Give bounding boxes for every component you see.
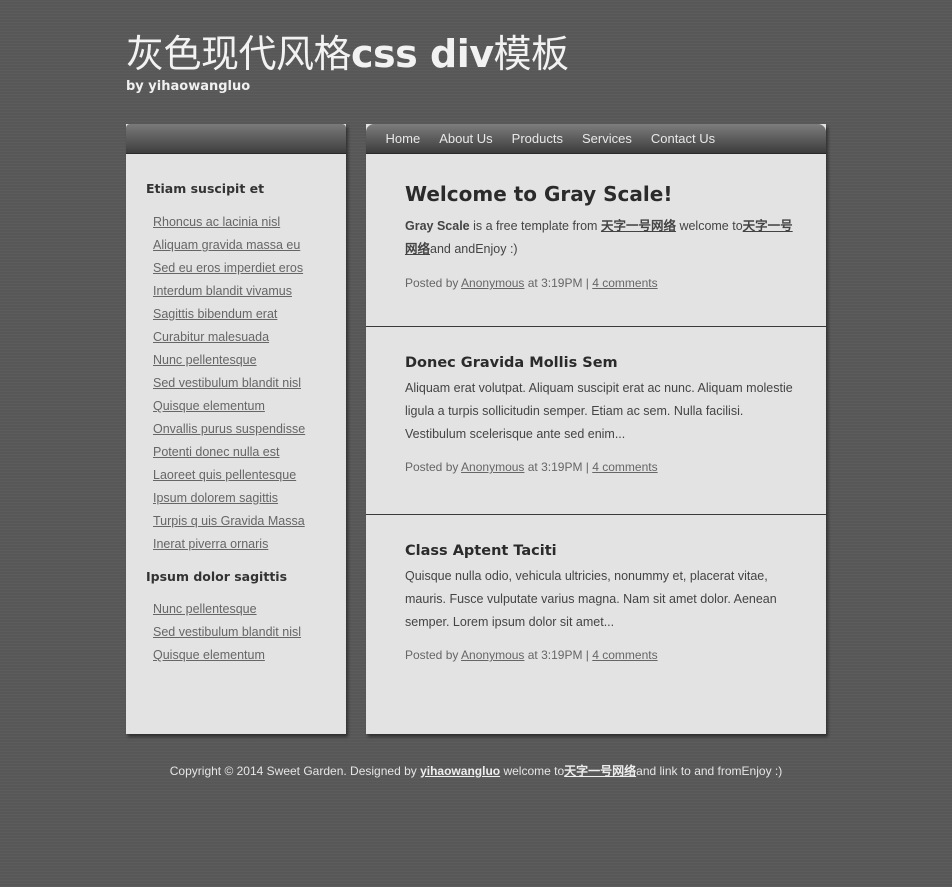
list-item: Turpis q uis Gravida Massa [153,509,346,532]
list-item: Ipsum dolorem sagittis [153,486,346,509]
sidebar-heading-1: Etiam suscipit et [146,181,265,196]
site-title-en: css div [351,32,494,76]
post-meta-time: at 3:19PM | [524,276,593,290]
post-body: Aliquam erat volutpat. Aliquam suscipit … [405,381,793,441]
list-item: Sed vestibulum blandit nisl [153,620,346,643]
site-title-cn2: 模板 [493,32,570,76]
post-meta-text: Posted by [405,276,462,290]
post-title: Welcome to Gray Scale! [405,182,673,206]
post-author-link[interactable]: Anonymous [461,276,524,290]
post-body-text: welcome to [675,219,743,233]
sidebar-header-bar [126,124,346,154]
post-author-link[interactable]: Anonymous [461,460,524,474]
nav-contact-us[interactable]: Contact Us [641,124,724,153]
list-item: Aliquam gravida massa eu [153,233,346,256]
sidebar-link[interactable]: Inerat piverra ornaris [153,537,268,551]
list-item: Quisque elementum [153,643,346,666]
list-item: Sed eu eros imperdiet eros [153,256,346,279]
list-item: Laoreet quis pellentesque [153,463,346,486]
post-body: Quisque nulla odio, vehicula ultricies, … [405,569,777,629]
post-meta: Posted by Anonymous at 3:19PM | 4 commen… [405,460,794,474]
post-meta-text: Posted by [405,648,462,662]
site-title-cn: 灰色现代风格 [126,32,352,76]
list-item: Curabitur malesuada [153,325,346,348]
sidebar-link[interactable]: Quisque elementum [153,648,265,662]
sidebar-link[interactable]: Rhoncus ac lacinia nisl [153,215,280,229]
sidebar-link[interactable]: Sed vestibulum blandit nisl [153,625,301,639]
post-body-text: is a free template from [469,219,601,233]
post-body: Gray Scale is a free template from 天字一号网… [405,215,794,261]
post-comments-link[interactable]: 4 comments [592,648,657,662]
sidebar-link[interactable]: Aliquam gravida massa eu [153,238,300,252]
post-meta-text: Posted by [405,460,462,474]
site-title: 灰色现代风格css div模板 [126,30,569,78]
post-author-link[interactable]: Anonymous [461,648,524,662]
sidebar-link[interactable]: Onvallis purus suspendisse [153,422,305,436]
sidebar-heading-2: Ipsum dolor sagittis [146,569,288,584]
footer-text: and link to and fromEnjoy :) [636,764,783,778]
post-body-strong: Gray Scale [405,219,470,233]
site-byline: by yihaowangluo [126,79,251,94]
post-title: Class Aptent Taciti [405,543,557,559]
sidebar-list-1: Rhoncus ac lacinia nisl Aliquam gravida … [126,210,346,555]
list-item: Nunc pellentesque [153,348,346,371]
post: Class Aptent Taciti Quisque nulla odio, … [366,515,826,715]
list-item: Rhoncus ac lacinia nisl [153,210,346,233]
footer-site-link[interactable]: 天字一号网络 [564,764,636,778]
sidebar-link[interactable]: Ipsum dolorem sagittis [153,491,278,505]
list-item: Potenti donec nulla est [153,440,346,463]
footer-designer-link[interactable]: yihaowangluo [420,764,500,778]
post-comments-link[interactable]: 4 comments [592,460,657,474]
sidebar-link[interactable]: Nunc pellentesque [153,353,257,367]
main-content: Home About Us Products Services Contact … [366,124,826,734]
sidebar: Etiam suscipit et Rhoncus ac lacinia nis… [126,124,346,734]
sidebar-link[interactable]: Potenti donec nulla est [153,445,279,459]
post-comments-link[interactable]: 4 comments [592,276,657,290]
post: Welcome to Gray Scale! Gray Scale is a f… [366,154,826,327]
post-meta-time: at 3:19PM | [524,648,593,662]
nav-products[interactable]: Products [502,124,572,153]
sidebar-link[interactable]: Sed eu eros imperdiet eros [153,261,303,275]
sidebar-link[interactable]: Turpis q uis Gravida Massa [153,514,305,528]
list-item: Sagittis bibendum erat [153,302,346,325]
post-meta: Posted by Anonymous at 3:19PM | 4 commen… [405,648,794,662]
post-body-link[interactable]: 天字一号网络 [601,219,676,233]
sidebar-link[interactable]: Sagittis bibendum erat [153,307,277,321]
sidebar-link[interactable]: Interdum blandit vivamus [153,284,292,298]
list-item: Quisque elementum [153,394,346,417]
nav-services[interactable]: Services [572,124,641,153]
sidebar-link[interactable]: Sed vestibulum blandit nisl [153,376,301,390]
post: Donec Gravida Mollis Sem Aliquam erat vo… [366,327,826,515]
sidebar-link[interactable]: Curabitur malesuada [153,330,269,344]
nav-about-us[interactable]: About Us [430,124,502,153]
sidebar-link[interactable]: Laoreet quis pellentesque [153,468,296,482]
list-item: Sed vestibulum blandit nisl [153,371,346,394]
list-item: Inerat piverra ornaris [153,532,346,555]
post-body-text: and andEnjoy :) [430,242,518,256]
sidebar-list-2: Nunc pellentesque Sed vestibulum blandit… [126,597,346,666]
post-title: Donec Gravida Mollis Sem [405,355,618,371]
footer-text: Copyright © 2014 Sweet Garden. Designed … [169,764,421,778]
sidebar-link[interactable]: Quisque elementum [153,399,265,413]
list-item: Onvallis purus suspendisse [153,417,346,440]
footer: Copyright © 2014 Sweet Garden. Designed … [0,762,952,779]
main-nav: Home About Us Products Services Contact … [366,124,826,154]
post-meta: Posted by Anonymous at 3:19PM | 4 commen… [405,276,794,290]
nav-home[interactable]: Home [376,124,430,153]
list-item: Nunc pellentesque [153,597,346,620]
footer-text: welcome to [500,764,565,778]
list-item: Interdum blandit vivamus [153,279,346,302]
site-header: 灰色现代风格css div模板 by yihaowangluo [126,30,569,94]
post-meta-time: at 3:19PM | [524,460,593,474]
sidebar-link[interactable]: Nunc pellentesque [153,602,257,616]
